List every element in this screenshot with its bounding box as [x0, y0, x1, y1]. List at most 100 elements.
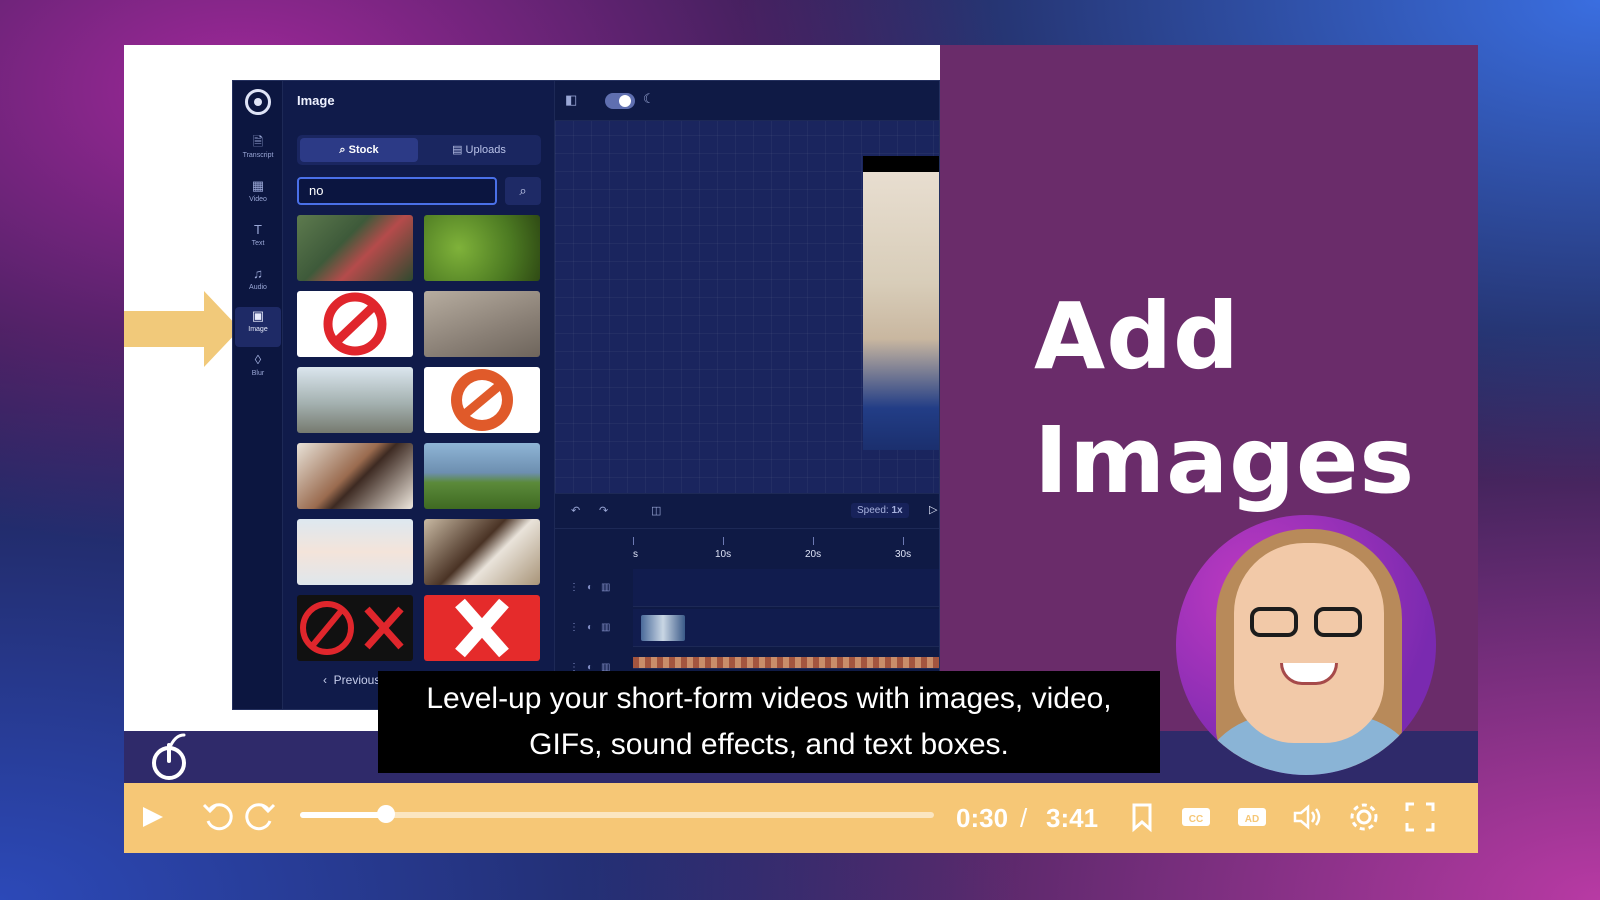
speed-value: 1x — [891, 505, 903, 516]
forward-icon[interactable] — [242, 799, 278, 835]
progress-fill — [300, 812, 386, 818]
closed-captions-icon[interactable]: CC — [1178, 799, 1214, 835]
stock-image-thumb[interactable] — [297, 215, 413, 281]
stock-image-thumb[interactable] — [424, 215, 540, 281]
film-icon: ▦ — [251, 178, 265, 193]
rail-item-video[interactable]: ▦ Video — [235, 177, 281, 217]
speed-label: Speed: — [857, 505, 889, 516]
settings-gear-icon[interactable] — [1346, 799, 1382, 835]
image-source-tabs: ⌕ Stock ▤ Uploads — [297, 135, 541, 165]
svg-text:AD: AD — [1245, 814, 1259, 825]
stock-image-thumb[interactable] — [424, 291, 540, 357]
timeline-track — [633, 657, 939, 669]
moon-icon: ☾ — [643, 91, 655, 106]
undo-icon[interactable]: ↶ — [571, 504, 580, 517]
video-preview — [863, 156, 939, 450]
image-panel: Image ⌕ Stock ▤ Uploads no ⌕ ‹ Previous — [283, 81, 555, 709]
duration: 3:41 — [1046, 803, 1099, 833]
stock-image-thumb[interactable] — [297, 291, 413, 357]
rail-item-image[interactable]: ▣ Image — [235, 307, 281, 347]
rail-label: Audio — [249, 284, 267, 291]
player-controls: 0:30 / 3:41 CC AD — [124, 783, 1478, 853]
progress-track[interactable] — [300, 812, 934, 818]
bookmark-icon[interactable] — [1126, 799, 1158, 835]
rail-item-audio[interactable]: ♫ Audio — [235, 265, 281, 305]
caption-line: Level-up your short-form videos with ima… — [426, 682, 1112, 715]
pagination-previous-label: Previous — [333, 673, 381, 687]
tab-uploads[interactable]: ▤ Uploads — [420, 138, 538, 162]
close-x-icon — [455, 598, 509, 658]
time-separator: / — [1020, 803, 1028, 833]
rail-label: Transcript — [242, 152, 274, 159]
prohibited-sign-icon — [451, 369, 513, 431]
caption-line: GIFs, sound effects, and text boxes. — [529, 728, 1009, 761]
tab-stock[interactable]: ⌕ Stock — [300, 138, 418, 162]
panel-title: Image — [297, 93, 335, 108]
prohibited-sign-icon — [300, 601, 404, 655]
timeline-toolbar: ↶ ↷ ◫ Speed: 1x ▷ — [555, 493, 939, 529]
closed-caption: Level-up your short-form videos with ima… — [378, 671, 1160, 773]
stock-image-thumb[interactable] — [424, 519, 540, 585]
sidebar-toggle-icon[interactable]: ◧ — [565, 92, 577, 108]
ruler-label: s — [633, 549, 638, 560]
drop-icon: ◊ — [254, 352, 262, 367]
presenter-avatar — [1176, 515, 1436, 775]
editor-side-rail: 🗎 Transcript ▦ Video T Text ♫ Audio ▣ Im… — [233, 81, 283, 709]
stock-image-thumb[interactable] — [297, 595, 413, 661]
stock-image-thumb[interactable] — [297, 519, 413, 585]
ruler-label: 20s — [805, 549, 822, 560]
prohibited-sign-icon — [323, 292, 387, 356]
search-icon: ⌕ — [519, 183, 527, 198]
headline-line: Images — [1034, 407, 1416, 514]
text-icon: T — [254, 222, 262, 237]
speed-selector[interactable]: Speed: 1x — [851, 503, 909, 518]
play-icon[interactable] — [138, 799, 166, 835]
redo-icon[interactable]: ↷ — [599, 504, 608, 517]
brand-logo-icon — [152, 733, 186, 780]
ruler-label: 10s — [715, 549, 732, 560]
play-icon[interactable]: ▷ — [929, 503, 937, 516]
image-icon: ▣ — [251, 308, 265, 323]
document-icon: 🗎 — [252, 134, 264, 149]
tab-uploads-label: Uploads — [465, 144, 506, 156]
rail-label: Video — [249, 196, 267, 203]
track-controls[interactable]: ⋮◐▥ — [555, 609, 633, 647]
stock-image-thumb[interactable] — [297, 443, 413, 509]
timeline-ruler: s 10s 20s 30s — [633, 529, 939, 565]
music-icon: ♫ — [253, 266, 263, 281]
editor-logo-icon — [245, 89, 271, 115]
rail-item-blur[interactable]: ◊ Blur — [235, 351, 281, 391]
headline-line: Add — [1034, 283, 1240, 390]
ruler-label: 30s — [895, 549, 912, 560]
search-button[interactable]: ⌕ — [505, 177, 541, 205]
volume-icon[interactable] — [1290, 799, 1326, 835]
progress-thumb[interactable] — [377, 805, 395, 823]
svg-text:CC: CC — [1189, 814, 1203, 825]
rewind-icon[interactable] — [200, 799, 236, 835]
rail-item-transcript[interactable]: 🗎 Transcript — [235, 133, 281, 173]
pagination-previous[interactable]: ‹ Previous — [323, 673, 380, 687]
stock-image-thumb[interactable] — [424, 595, 540, 661]
editor-screenshot: 🗎 Transcript ▦ Video T Text ♫ Audio ▣ Im… — [232, 80, 940, 710]
audio-description-icon[interactable]: AD — [1234, 799, 1270, 835]
editor-topbar: ◧ ☾ — [555, 81, 939, 121]
stock-image-thumb[interactable] — [424, 443, 540, 509]
rail-label: Text — [251, 240, 265, 247]
image-search-input[interactable]: no — [297, 177, 497, 205]
current-time: 0:30 — [956, 803, 1009, 833]
timeline-clip[interactable] — [641, 615, 685, 641]
split-icon[interactable]: ◫ — [651, 504, 661, 517]
timeline-track — [633, 609, 939, 647]
stock-image-thumb[interactable] — [424, 367, 540, 433]
rail-item-text[interactable]: T Text — [235, 221, 281, 261]
rail-label: Blur — [251, 370, 265, 377]
slide-headline: Add Images — [1034, 275, 1415, 523]
rail-label: Image — [248, 326, 268, 333]
track-controls[interactable]: ⋮◐▥ — [555, 569, 633, 607]
pointer-arrow-icon — [124, 291, 240, 367]
fullscreen-icon[interactable] — [1402, 799, 1438, 835]
timeline-track — [633, 569, 939, 607]
stock-image-thumb[interactable] — [297, 367, 413, 433]
video-player[interactable]: 🗎 Transcript ▦ Video T Text ♫ Audio ▣ Im… — [124, 45, 1478, 853]
theme-toggle[interactable] — [605, 93, 635, 109]
